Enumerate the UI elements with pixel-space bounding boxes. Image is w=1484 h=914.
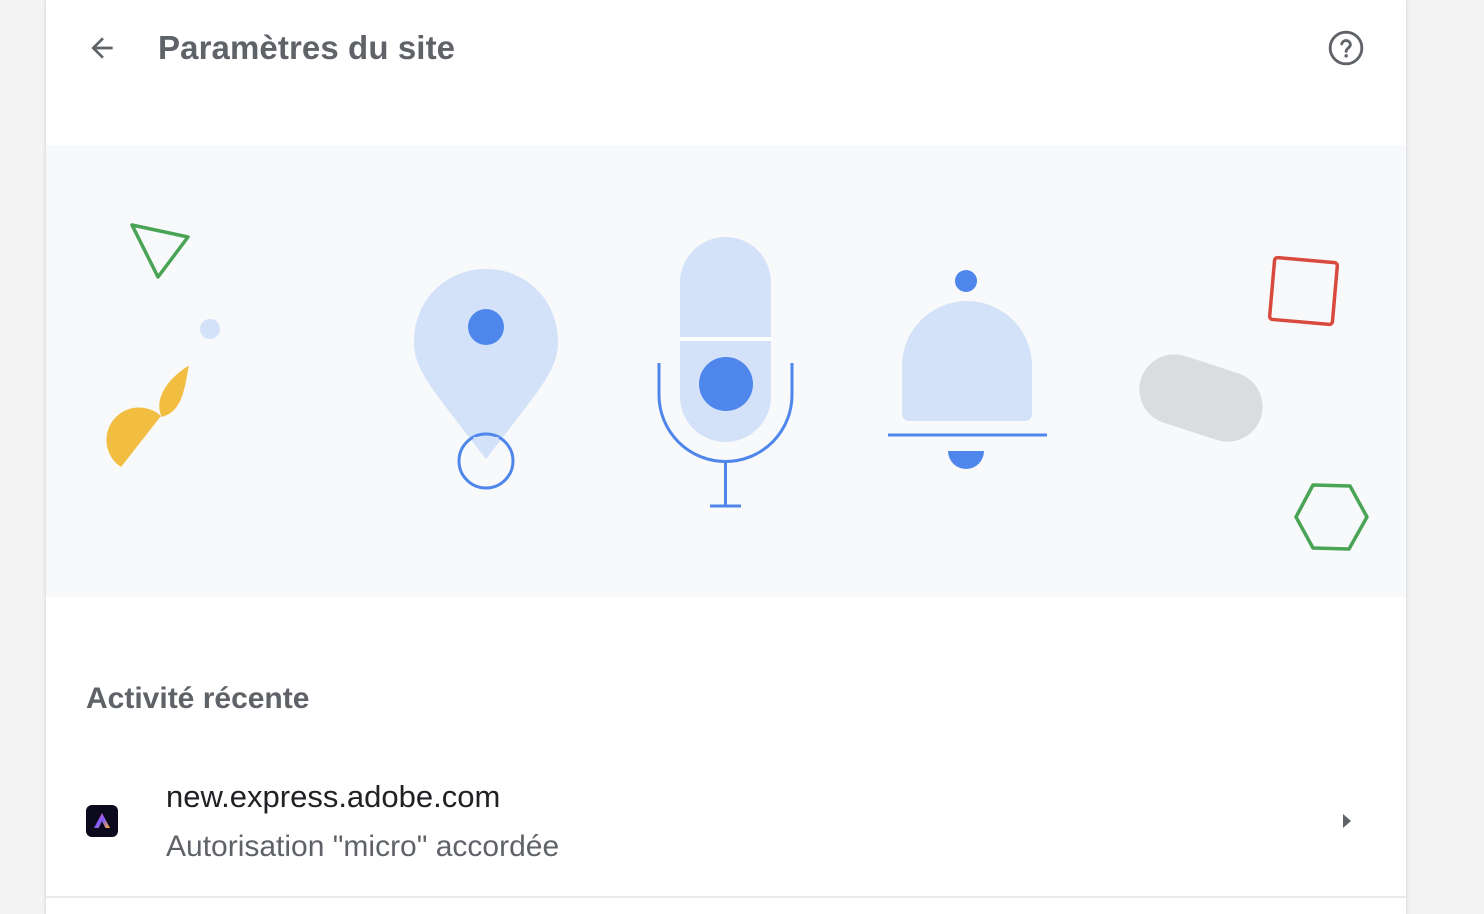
page-header: Paramètres du site [46,0,1406,100]
arrow-back-icon [91,37,113,59]
recent-activity-heading: Activité récente [86,682,310,715]
microphone-icon [657,237,794,508]
permissions-banner [46,145,1406,597]
site-name: new.express.adobe.com [166,779,501,814]
green-hexagon-decoration [1294,483,1369,551]
adobe-express-icon [86,805,118,837]
site-settings-page: Paramètres du site Activité récente new.… [46,0,1406,914]
permission-status: Autorisation "micro" accordée [166,830,560,863]
gray-pill-decoration [1139,354,1263,442]
recent-activity-item[interactable]: new.express.adobe.com Autorisation "micr… [46,760,1406,896]
light-blue-dot-decoration [200,319,220,339]
notification-bell-icon [888,270,1047,469]
green-triangle-decoration [130,223,190,279]
red-square-decoration [1267,255,1340,327]
page-title: Paramètres du site [158,29,456,66]
row-divider [46,896,1406,898]
banner-illustration [106,223,1369,551]
yellow-half-circle-decoration [159,365,189,417]
back-button[interactable] [76,22,128,74]
help-button[interactable] [1320,22,1372,74]
chevron-right-icon [1334,808,1360,834]
location-pin-icon [414,269,558,490]
help-circle-icon [1328,30,1364,66]
